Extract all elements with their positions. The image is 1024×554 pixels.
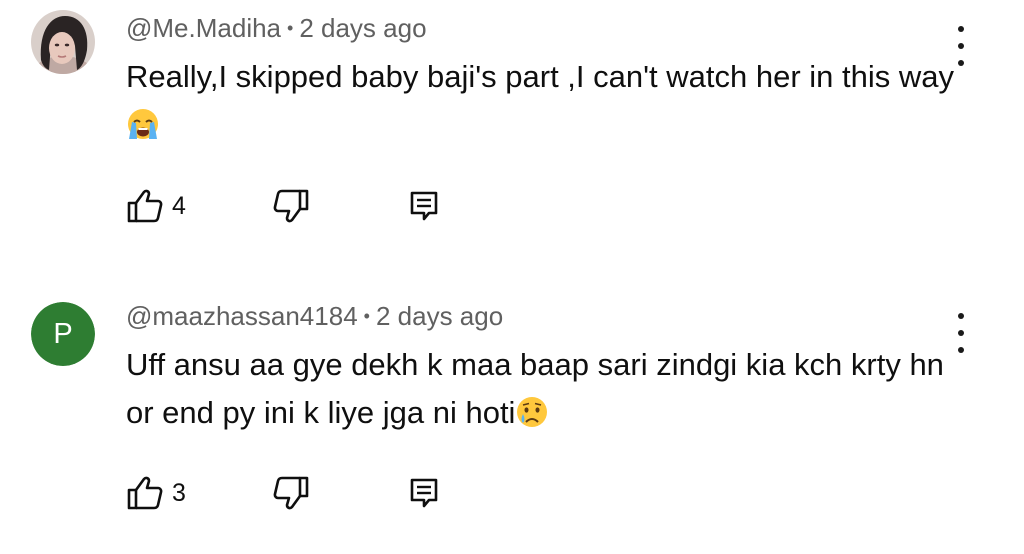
reply-button[interactable] (408, 473, 440, 513)
comment-author[interactable]: @maazhassan4184 (126, 301, 358, 331)
thumbs-up-icon (127, 189, 163, 223)
meta-separator: • (287, 18, 294, 38)
comment-time[interactable]: 2 days ago (299, 13, 426, 43)
comment-text-block: Really,I skipped baby baji's part ,I can… (126, 53, 956, 149)
comment-time[interactable]: 2 days ago (376, 301, 503, 331)
reply-icon (410, 478, 438, 508)
avatar[interactable] (31, 10, 95, 74)
reply-icon (410, 191, 438, 221)
thumbs-down-icon (273, 476, 309, 510)
comment-text-block: Uff ansu aa gye dekh k maa baap sari zin… (126, 341, 956, 437)
thumbs-up-icon (127, 476, 163, 510)
dislike-button[interactable] (272, 186, 310, 226)
comment-text: Really,I skipped baby baji's part ,I can… (126, 59, 954, 94)
avatar[interactable]: P (31, 302, 95, 366)
avatar-letter: P (53, 317, 73, 350)
comment-meta: @Me.Madiha • 2 days ago (126, 13, 427, 44)
like-count: 3 (172, 478, 186, 507)
reply-button[interactable] (408, 186, 440, 226)
loudly-crying-face-icon (128, 109, 158, 139)
dislike-button[interactable] (272, 473, 310, 513)
comment: P @maazhassan4184 • 2 days ago Uff ansu aa… (0, 285, 1024, 554)
comment-meta: @maazhassan4184 • 2 days ago (126, 301, 503, 332)
thumbs-down-icon (273, 189, 309, 223)
crying-face-icon (517, 397, 548, 427)
like-button[interactable]: 4 (126, 186, 186, 226)
comment: @Me.Madiha • 2 days ago Really,I skipped b… (0, 0, 1024, 280)
like-button[interactable]: 3 (126, 473, 186, 513)
like-count: 4 (172, 191, 186, 220)
comment-author[interactable]: @Me.Madiha (126, 13, 281, 43)
meta-separator: • (363, 306, 370, 326)
